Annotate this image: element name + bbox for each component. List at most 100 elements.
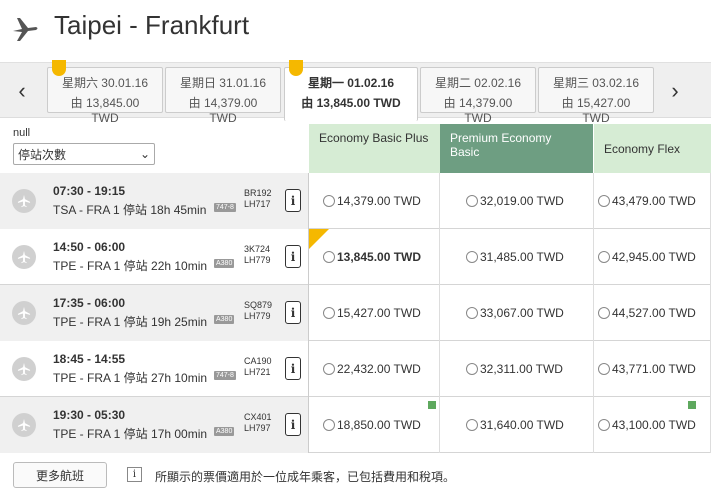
fare-price: 31,640.00 TWD: [480, 418, 564, 432]
fare-option-premium-economy-basic[interactable]: 32,311.00 TWD: [440, 341, 594, 397]
fare-price: 32,311.00 TWD: [480, 362, 563, 376]
radio-button[interactable]: [466, 195, 478, 207]
airplane-icon: [13, 18, 38, 41]
radio-button[interactable]: [598, 419, 610, 431]
fare-price: 43,100.00 TWD: [612, 418, 696, 432]
radio-button[interactable]: [466, 307, 478, 319]
flight-code: LH779: [244, 255, 271, 265]
flight-route: TPE - FRA 1 停站 27h 10min: [53, 371, 208, 385]
airplane-icon: [12, 357, 36, 381]
fare-option-economy-flex[interactable]: 42,945.00 TWD: [594, 229, 711, 285]
lowest-fare-tag: [52, 60, 66, 76]
date-tab-day: 星期二 02.02.16: [434, 76, 522, 90]
stops-filter-select[interactable]: 停站次數 ⌄: [13, 143, 155, 165]
flight-details-button[interactable]: i: [285, 413, 301, 436]
radio-button[interactable]: [598, 363, 610, 375]
fare-option-economy-basic-plus[interactable]: 15,427.00 TWD: [309, 285, 440, 341]
flight-code: LH721: [244, 367, 271, 377]
chevron-right-icon[interactable]: ›: [663, 71, 687, 111]
flight-info-cell: 18:45 - 14:55 TPE - FRA 1 停站 27h 10min 747…: [0, 341, 309, 397]
flight-info-cell: 17:35 - 06:00 TPE - FRA 1 停站 19h 25min A38…: [0, 285, 309, 341]
date-tab[interactable]: 星期二 02.02.16 由 14,379.00 TWD: [420, 67, 536, 125]
flight-times: 14:50 - 06:00: [53, 240, 126, 254]
flight-row: 19:30 - 05:30 TPE - FRA 1 停站 17h 00min A38…: [0, 397, 711, 453]
date-tab-price: 由 13,845.00 TWD: [301, 96, 401, 110]
flight-details-button[interactable]: i: [285, 357, 301, 380]
airplane-icon: [12, 189, 36, 213]
flight-info-cell: 14:50 - 06:00 TPE - FRA 1 停站 22h 10min A38…: [0, 229, 309, 285]
radio-button[interactable]: [466, 419, 478, 431]
availability-indicator: [428, 401, 436, 409]
fare-option-premium-economy-basic[interactable]: 33,067.00 TWD: [440, 285, 594, 341]
flight-code: LH717: [244, 199, 271, 209]
fare-price: 18,850.00 TWD: [337, 418, 421, 432]
flight-code: 3K724: [244, 244, 271, 254]
flight-route: TSA - FRA 1 停站 18h 45min: [53, 203, 207, 217]
fare-option-premium-economy-basic[interactable]: 32,019.00 TWD: [440, 173, 594, 229]
flight-codes: BR192 LH717: [244, 188, 272, 210]
chevron-left-icon[interactable]: ‹: [10, 71, 34, 111]
cheapest-fare-tag: [309, 229, 329, 249]
radio-button[interactable]: [323, 251, 335, 263]
date-tab-day: 星期三 03.02.16: [552, 76, 640, 90]
fare-header-label: Economy Flex: [604, 141, 681, 156]
flight-codes: 3K724 LH779: [244, 244, 271, 266]
date-tab[interactable]: 星期日 31.01.16 由 14,379.00 TWD: [165, 67, 281, 125]
date-tab-price: 由 13,845.00 TWD: [70, 96, 140, 125]
radio-button[interactable]: [598, 307, 610, 319]
fare-price: 31,485.00 TWD: [480, 250, 564, 264]
fare-option-economy-flex[interactable]: 44,527.00 TWD: [594, 285, 711, 341]
date-tab-day: 星期六 30.01.16: [61, 76, 149, 90]
fare-price: 42,945.00 TWD: [612, 250, 696, 264]
aircraft-badge: 747-8: [214, 371, 236, 380]
radio-button[interactable]: [323, 363, 335, 375]
date-tab-day: 星期日 31.01.16: [179, 76, 267, 90]
fare-note: 所顯示的票價適用於一位成年乘客，已包括費用和稅項。: [155, 470, 456, 484]
radio-button[interactable]: [598, 195, 610, 207]
fare-price: 44,527.00 TWD: [612, 306, 696, 320]
fare-option-economy-flex[interactable]: 43,771.00 TWD: [594, 341, 711, 397]
fare-option-economy-flex[interactable]: 43,479.00 TWD: [594, 173, 711, 229]
fare-header-economy-basic-plus: Economy Basic Plus: [309, 124, 440, 173]
fare-option-economy-basic-plus[interactable]: 18,850.00 TWD: [309, 397, 440, 453]
aircraft-badge: 747-8: [214, 203, 236, 212]
fare-header-economy-flex: Economy Flex: [594, 124, 711, 173]
fare-price: 22,432.00 TWD: [337, 362, 421, 376]
more-flights-button[interactable]: 更多航班: [13, 462, 107, 488]
date-tab[interactable]: 星期六 30.01.16 由 13,845.00 TWD: [47, 60, 163, 125]
fare-option-premium-economy-basic[interactable]: 31,485.00 TWD: [440, 229, 594, 285]
fare-price: 15,427.00 TWD: [337, 306, 421, 320]
radio-button[interactable]: [323, 419, 335, 431]
fare-option-premium-economy-basic[interactable]: 31,640.00 TWD: [440, 397, 594, 453]
flight-code: LH797: [244, 423, 271, 433]
flight-row: 14:50 - 06:00 TPE - FRA 1 停站 22h 10min A38…: [0, 229, 711, 285]
fare-option-economy-basic-plus[interactable]: 22,432.00 TWD: [309, 341, 440, 397]
flight-code: BR192: [244, 188, 272, 198]
flight-row: 17:35 - 06:00 TPE - FRA 1 停站 19h 25min A38…: [0, 285, 711, 341]
flight-details-button[interactable]: i: [285, 245, 301, 268]
date-tab[interactable]: 星期三 03.02.16 由 15,427.00 TWD: [538, 67, 654, 125]
aircraft-badge: A380: [214, 259, 235, 268]
date-tab-price: 由 14,379.00 TWD: [188, 96, 258, 125]
flight-route: TPE - FRA 1 停站 22h 10min: [53, 259, 208, 273]
chevron-down-icon: ⌄: [139, 147, 150, 161]
flight-details-button[interactable]: i: [285, 189, 301, 212]
date-tab-selected[interactable]: 星期一 01.02.16 由 13,845.00 TWD: [284, 60, 418, 121]
flight-route: TPE - FRA 1 停站 17h 00min: [53, 427, 208, 441]
flight-details-button[interactable]: i: [285, 301, 301, 324]
flight-info-cell: 19:30 - 05:30 TPE - FRA 1 停站 17h 00min A38…: [0, 397, 309, 453]
radio-button[interactable]: [466, 363, 478, 375]
flight-code: CA190: [244, 356, 272, 366]
fare-price: 43,479.00 TWD: [612, 194, 696, 208]
radio-button[interactable]: [466, 251, 478, 263]
date-tab-price: 由 14,379.00 TWD: [443, 96, 513, 125]
flight-row: 07:30 - 19:15 TSA - FRA 1 停站 18h 45min 747…: [0, 173, 711, 229]
radio-button[interactable]: [323, 195, 335, 207]
flight-codes: SQ879 LH779: [244, 300, 272, 322]
fare-price: 13,845.00 TWD: [337, 250, 422, 264]
flight-code: CX401: [244, 412, 272, 422]
flight-info-cell: 07:30 - 19:15 TSA - FRA 1 停站 18h 45min 747…: [0, 173, 309, 229]
radio-button[interactable]: [598, 251, 610, 263]
fare-option-economy-basic-plus[interactable]: 14,379.00 TWD: [309, 173, 440, 229]
radio-button[interactable]: [323, 307, 335, 319]
